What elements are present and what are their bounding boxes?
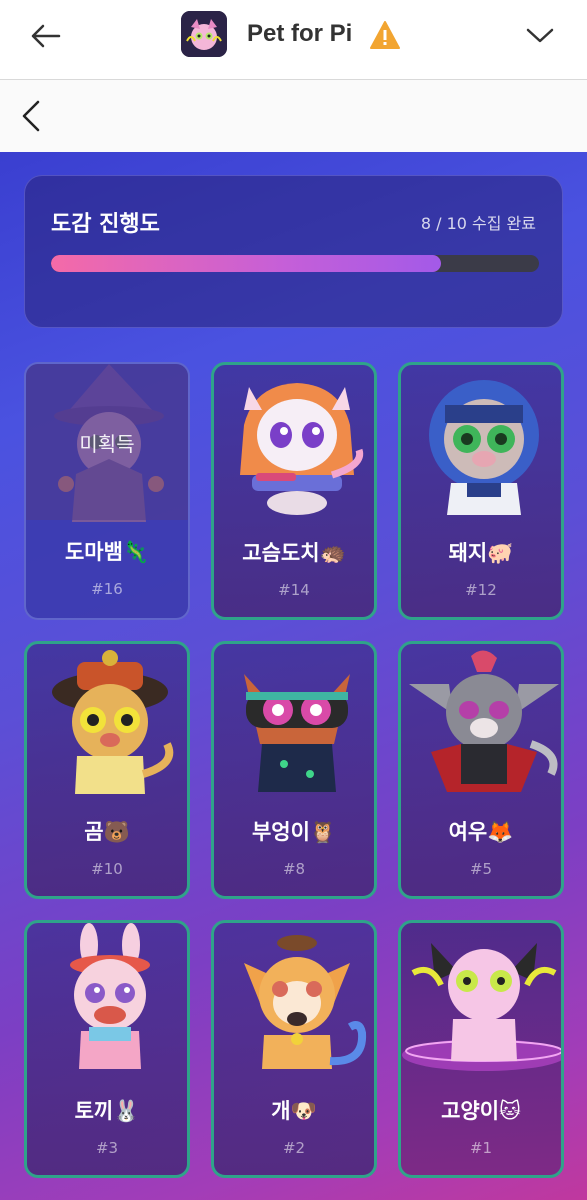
pet-card-hedgehog[interactable]: 고슴도치🦔 #14 xyxy=(211,362,377,620)
pig-pet-image xyxy=(401,365,561,523)
progress-count: 8 / 10 수집 완료 xyxy=(420,214,536,233)
pet-number: #12 xyxy=(465,581,497,599)
hedgehog-pet-image xyxy=(214,365,374,523)
rabbit-pet-image xyxy=(27,923,187,1081)
locked-label: 미획득 xyxy=(79,431,135,456)
bear-pet-image xyxy=(27,644,187,802)
pet-name: 돼지🐖 xyxy=(448,541,514,565)
pet-number: #10 xyxy=(91,860,123,878)
pet-number: #2 xyxy=(282,1139,306,1157)
progress-bar-fill xyxy=(51,255,442,272)
dog-pet-image xyxy=(214,923,374,1081)
pet-number: #8 xyxy=(282,860,306,878)
chevron-left-icon[interactable] xyxy=(18,96,48,136)
app-icon xyxy=(181,11,227,57)
pet-card-pig[interactable]: 돼지🐖 #12 xyxy=(398,362,564,620)
pet-name: 개🐶 xyxy=(271,1099,317,1123)
pet-name: 도마뱀🦎 xyxy=(64,540,150,564)
page-nav-bar xyxy=(0,80,587,152)
pet-number: #14 xyxy=(278,581,310,599)
pet-number: #3 xyxy=(95,1139,119,1157)
pet-name: 여우🦊 xyxy=(448,820,514,844)
pet-card-lizard[interactable]: 미획득 도마뱀🦎 #16 xyxy=(24,362,190,620)
progress-card: 도감 진행도 8 / 10 수집 완료 xyxy=(24,175,563,328)
pet-card-fox[interactable]: 여우🦊 #5 xyxy=(398,641,564,899)
pet-name: 곰🐻 xyxy=(84,820,130,844)
app-bar: Pet for Pi xyxy=(0,0,587,80)
cat-pet-image xyxy=(401,923,561,1081)
pet-number: #16 xyxy=(91,580,123,598)
pet-card-dog[interactable]: 개🐶 #2 xyxy=(211,920,377,1178)
app-title: Pet for Pi xyxy=(247,20,353,47)
pet-name: 부엉이🦉 xyxy=(251,820,337,844)
collection-page: 도감 진행도 8 / 10 수집 완료 미획득 도마뱀🦎 #16 고슴도치🦔 #… xyxy=(0,152,587,1200)
chevron-down-icon[interactable] xyxy=(522,20,558,50)
progress-title: 도감 진행도 xyxy=(51,212,160,237)
locked-overlay: 미획득 xyxy=(26,364,188,520)
pet-card-cat[interactable]: 고양이🐱 #1 xyxy=(398,920,564,1178)
pet-name: 고양이🐱 xyxy=(441,1099,521,1123)
warning-icon[interactable] xyxy=(369,20,401,50)
pet-number: #1 xyxy=(469,1139,493,1157)
pet-number: #5 xyxy=(469,860,493,878)
progress-bar xyxy=(51,255,539,272)
fox-pet-image xyxy=(401,644,561,802)
owl-pet-image xyxy=(214,644,374,802)
pet-card-rabbit[interactable]: 토끼🐰 #3 xyxy=(24,920,190,1178)
back-arrow-icon[interactable] xyxy=(28,18,64,54)
pet-name: 토끼🐰 xyxy=(74,1099,140,1123)
pet-card-owl[interactable]: 부엉이🦉 #8 xyxy=(211,641,377,899)
pet-name: 고슴도치🦔 xyxy=(242,541,346,565)
pet-card-bear[interactable]: 곰🐻 #10 xyxy=(24,641,190,899)
